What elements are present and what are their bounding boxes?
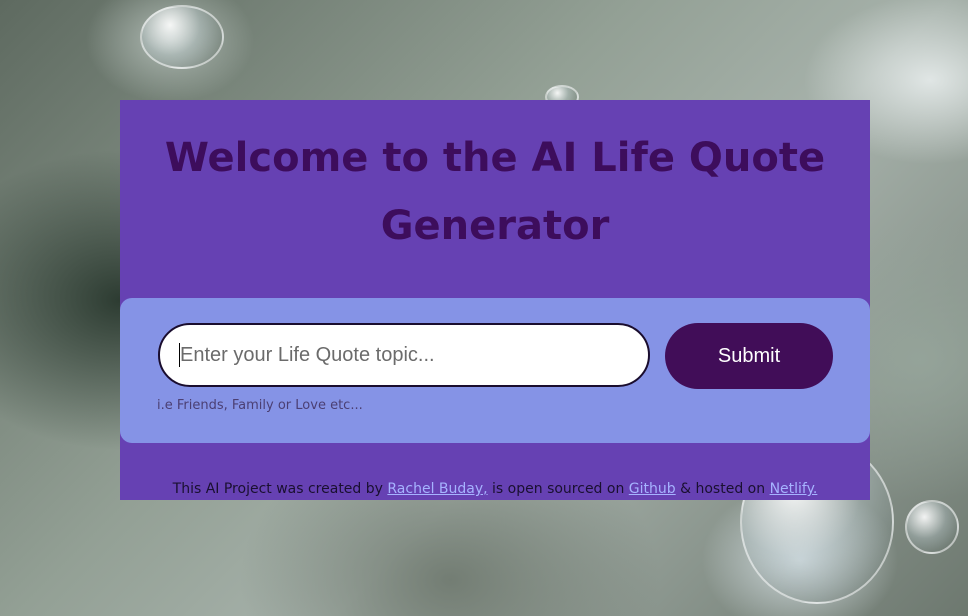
topic-input[interactable]	[158, 323, 650, 387]
netlify-link[interactable]: Netlify.	[770, 481, 818, 497]
page-title: Welcome to the AI Life Quote Generator	[120, 124, 870, 260]
page-title-line-1: Welcome to the AI Life Quote	[164, 135, 826, 181]
text-caret	[179, 343, 180, 367]
quote-form: Submit i.e Friends, Family or Love etc..…	[120, 298, 870, 443]
topic-hint: i.e Friends, Family or Love etc...	[157, 398, 363, 413]
page-title-line-2: Generator	[380, 203, 610, 249]
footer-text-prefix: This AI Project was created by	[172, 481, 388, 497]
submit-button[interactable]: Submit	[665, 323, 833, 389]
footer-text-middle: is open sourced on	[487, 481, 629, 497]
footer-credits: This AI Project was created by Rachel Bu…	[120, 481, 870, 497]
water-drop-decoration	[905, 500, 959, 554]
footer-text-middle-2: & hosted on	[675, 481, 770, 497]
github-link[interactable]: Github	[629, 481, 676, 497]
author-link[interactable]: Rachel Buday,	[387, 481, 487, 497]
water-drop-decoration	[140, 5, 224, 69]
